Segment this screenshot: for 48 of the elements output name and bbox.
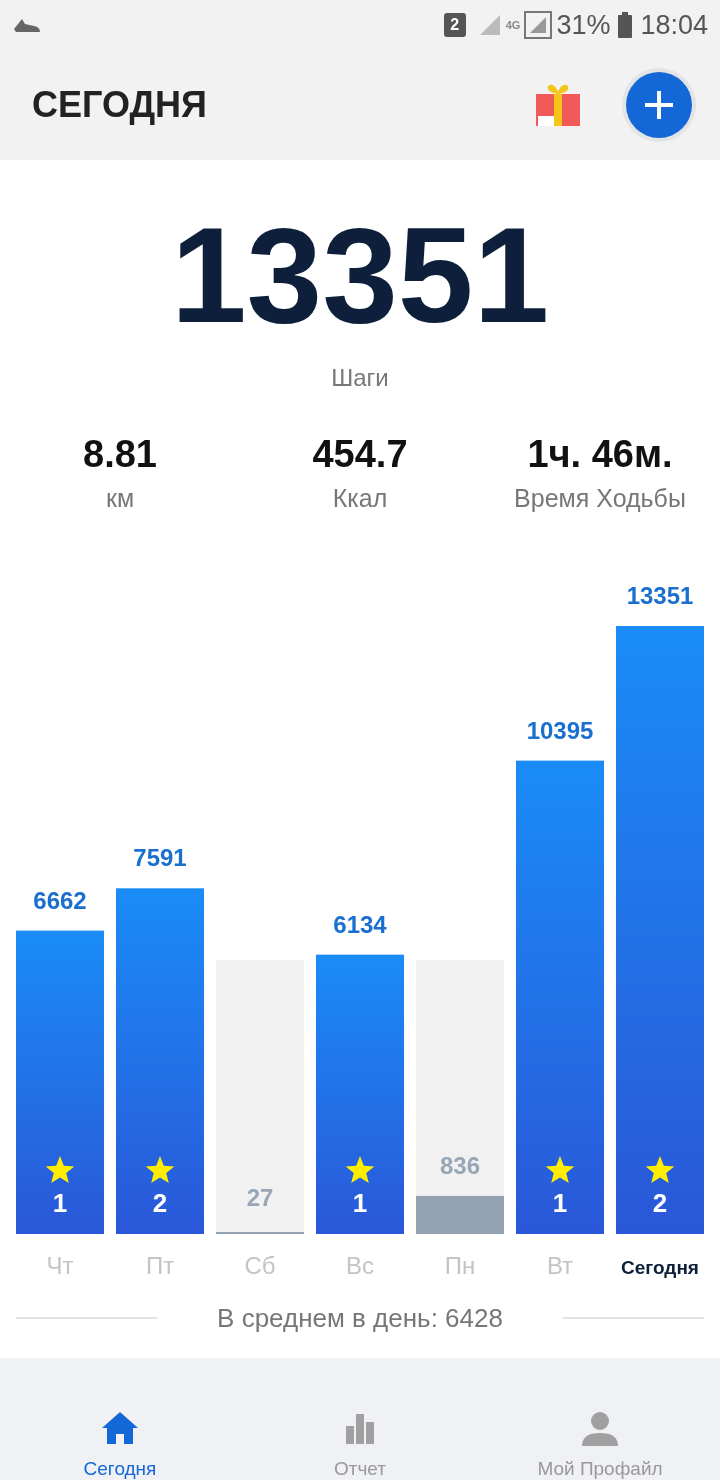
day-label: Пт xyxy=(145,1252,175,1279)
bar-value: 6662 xyxy=(33,886,87,914)
page-title: СЕГОДНЯ xyxy=(32,83,208,127)
bar-value: 10395 xyxy=(526,716,594,744)
day-label: Пн xyxy=(444,1252,476,1279)
stat-value: 454.7 xyxy=(312,432,408,476)
bar-value: 27 xyxy=(246,1184,274,1211)
network-type: 4G xyxy=(505,17,521,33)
nav-tab[interactable]: Отчет xyxy=(240,1358,480,1480)
gift-icon[interactable] xyxy=(534,82,582,128)
nav-tab[interactable]: Сегодня xyxy=(0,1358,240,1480)
stat-value: 8.81 xyxy=(83,432,157,476)
bar-value: 836 xyxy=(440,1151,480,1179)
star-icon xyxy=(345,1156,375,1184)
star-icon xyxy=(145,1156,175,1184)
bar-value: 7591 xyxy=(133,844,187,872)
day-label: Чт xyxy=(46,1252,74,1279)
star-icon xyxy=(645,1156,675,1184)
star-count: 2 xyxy=(652,1188,668,1218)
signal-icon xyxy=(524,11,553,39)
stat-value: 1ч. 46м. xyxy=(527,432,673,476)
profile-icon xyxy=(580,1410,620,1446)
day-label: Вс xyxy=(346,1252,374,1279)
stat-label: Ккал xyxy=(332,483,388,514)
home-icon xyxy=(100,1410,140,1446)
day-label: Сегодня xyxy=(621,1257,699,1278)
bar-value: 13351 xyxy=(626,582,694,609)
battery-icon xyxy=(618,12,633,38)
stat-label: км xyxy=(105,483,135,514)
star-count: 1 xyxy=(552,1188,568,1218)
star-icon xyxy=(545,1156,575,1184)
bar-value: 6134 xyxy=(333,910,387,938)
steps-label: Шаги xyxy=(331,363,389,393)
star-count: 1 xyxy=(352,1188,368,1218)
day-label: Сб xyxy=(244,1252,276,1279)
stat-label: Время Ходьбы xyxy=(514,483,686,514)
star-count: 2 xyxy=(152,1188,168,1218)
star-count: 1 xyxy=(52,1188,68,1218)
step-count: 13351 xyxy=(170,210,550,340)
sim-badge: 2 xyxy=(443,13,466,37)
daily-average: В среднем в день: 6428 xyxy=(217,1301,503,1335)
battery-percent: 31% xyxy=(556,8,611,42)
nav-tab[interactable]: Мой Профайл xyxy=(480,1358,720,1480)
plus-icon xyxy=(643,89,675,121)
day-label: Вт xyxy=(546,1252,574,1279)
add-button[interactable] xyxy=(626,72,692,138)
star-icon xyxy=(45,1156,75,1184)
clock: 18:04 xyxy=(640,8,708,42)
